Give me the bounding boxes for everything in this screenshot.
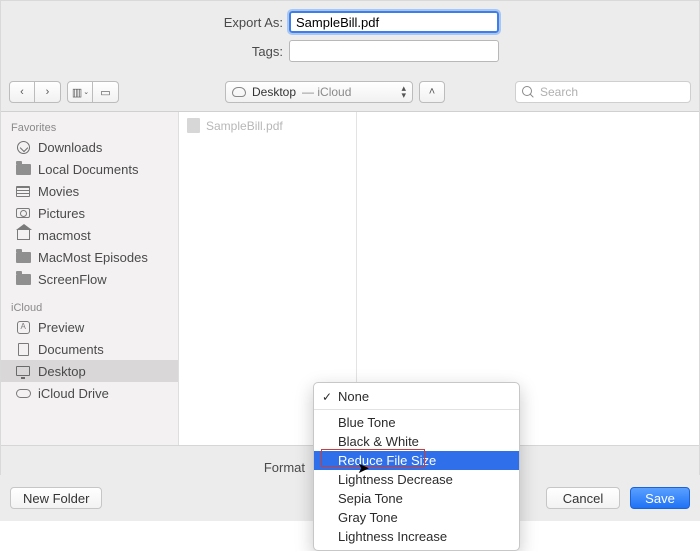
preview-app-icon [17,321,30,334]
form-area: Export As: Tags: [1,1,699,77]
sidebar-item-icloud-drive[interactable]: iCloud Drive [1,382,178,404]
sidebar: Favorites Downloads Local Documents Movi… [1,112,179,445]
menu-item-black-white[interactable]: Black & White [314,432,519,451]
home-icon [17,230,30,240]
menu-item-lightness-increase[interactable]: Lightness Increase [314,527,519,546]
tags-input[interactable] [289,40,499,62]
file-item[interactable]: SampleBill.pdf [187,118,348,133]
export-as-label: Export As: [13,15,289,30]
new-folder-button[interactable]: New Folder [10,487,102,509]
menu-item-reduce-file-size[interactable]: Reduce File Size [314,451,519,470]
menu-item-sepia-tone[interactable]: Sepia Tone [314,489,519,508]
cloud-icon [232,87,246,97]
menu-item-lightness-decrease[interactable]: Lightness Decrease [314,470,519,489]
view-switcher: ▥ ⌄ ▭ [67,81,119,103]
menu-item-gray-tone[interactable]: Gray Tone [314,508,519,527]
menu-separator [314,409,519,410]
pdf-file-icon [187,118,200,133]
sidebar-item-preview[interactable]: Preview [1,316,178,338]
icloud-header: iCloud [1,298,178,316]
view-columns-button[interactable]: ▥ ⌄ [67,81,93,103]
location-name: Desktop [252,85,296,99]
sidebar-item-downloads[interactable]: Downloads [1,136,178,158]
sidebar-item-movies[interactable]: Movies [1,180,178,202]
format-label: Format [13,460,311,475]
search-field[interactable]: Search [515,81,691,103]
desktop-icon [16,366,30,376]
favorites-header: Favorites [1,118,178,136]
movies-icon [16,186,30,197]
chevron-updown-icon: ▴▾ [401,85,406,99]
back-button[interactable]: ‹ [9,81,35,103]
export-as-input[interactable] [289,11,499,33]
sidebar-item-documents[interactable]: Documents [1,338,178,360]
cloud-drive-icon [16,389,31,398]
sidebar-item-macmost[interactable]: macmost [1,224,178,246]
menu-item-none[interactable]: None [314,387,519,406]
sidebar-item-local-documents[interactable]: Local Documents [1,158,178,180]
location-popup[interactable]: Desktop — iCloud ▴▾ [225,81,413,103]
tags-label: Tags: [13,44,289,59]
search-icon [522,86,534,98]
forward-button[interactable]: › [35,81,61,103]
toolbar: ‹ › ▥ ⌄ ▭ Desktop — iCloud ▴▾ ˄ Search [1,77,699,112]
pictures-icon [16,208,30,218]
group-button[interactable]: ▭ [93,81,119,103]
folder-icon [16,164,31,175]
search-placeholder: Search [540,85,578,99]
menu-item-blue-tone[interactable]: Blue Tone [314,413,519,432]
file-name: SampleBill.pdf [206,119,283,133]
location-suffix: — iCloud [302,85,351,99]
sidebar-item-pictures[interactable]: Pictures [1,202,178,224]
quartz-filter-menu[interactable]: None Blue Tone Black & White Reduce File… [313,382,520,551]
sidebar-item-screenflow[interactable]: ScreenFlow [1,268,178,290]
folder-icon [16,274,31,285]
sidebar-item-desktop[interactable]: Desktop [1,360,178,382]
save-button[interactable]: Save [630,487,690,509]
cancel-button[interactable]: Cancel [546,487,620,509]
downloads-icon [17,141,30,154]
collapse-button[interactable]: ˄ [419,81,445,103]
folder-icon [16,252,31,263]
documents-icon [18,343,29,356]
sidebar-item-macmost-episodes[interactable]: MacMost Episodes [1,246,178,268]
nav-back-forward: ‹ › [9,81,61,103]
